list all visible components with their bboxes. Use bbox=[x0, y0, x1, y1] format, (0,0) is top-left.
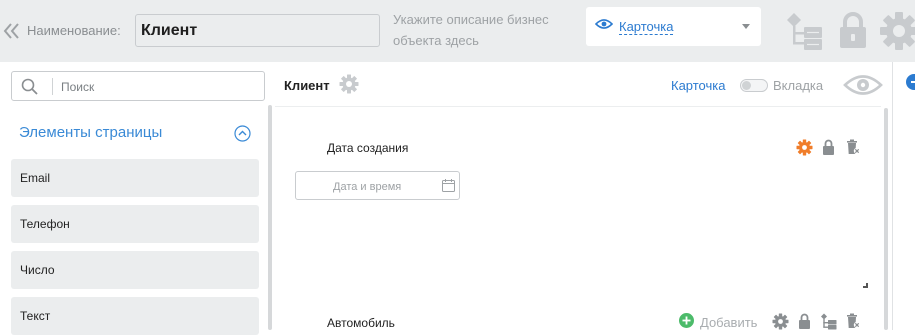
settings-gear-icon[interactable] bbox=[796, 139, 813, 156]
sidebar-scrollbar[interactable] bbox=[268, 105, 272, 330]
plus-circle-icon[interactable] bbox=[905, 74, 915, 90]
delete-icon[interactable] bbox=[845, 313, 861, 329]
main-header: Клиент Карточка Вкладка bbox=[274, 62, 893, 106]
element-item-phone[interactable]: Телефон bbox=[11, 205, 259, 243]
elements-sidebar: Элементы страницы Email Телефон Число Те… bbox=[0, 62, 274, 335]
mode-card-option[interactable]: Карточка bbox=[671, 78, 725, 93]
search-input[interactable] bbox=[61, 77, 256, 97]
hierarchy-icon[interactable] bbox=[786, 11, 824, 51]
gear-icon[interactable] bbox=[879, 11, 915, 51]
caret-down-icon bbox=[742, 24, 750, 29]
element-item-text[interactable]: Текст bbox=[11, 297, 259, 335]
element-item-email[interactable]: Email bbox=[11, 159, 259, 197]
chevron-up-circle-icon[interactable] bbox=[234, 125, 251, 142]
field-label-created-date: Дата создания bbox=[327, 141, 409, 155]
eye-icon[interactable] bbox=[843, 72, 883, 98]
section-title[interactable]: Элементы страницы bbox=[19, 124, 162, 141]
eye-icon bbox=[595, 19, 613, 29]
mode-tab-option[interactable]: Вкладка bbox=[773, 78, 823, 93]
lock-icon[interactable] bbox=[822, 139, 835, 155]
mode-toggle-knob bbox=[742, 81, 751, 90]
search-icon bbox=[21, 78, 38, 95]
element-item-number[interactable]: Число bbox=[11, 251, 259, 289]
resize-handle[interactable] bbox=[863, 283, 868, 288]
name-input[interactable] bbox=[135, 14, 380, 47]
hierarchy-icon[interactable] bbox=[820, 313, 837, 330]
delete-icon[interactable] bbox=[845, 139, 861, 155]
gear-icon[interactable] bbox=[339, 74, 359, 94]
lock-icon[interactable] bbox=[798, 313, 811, 329]
name-label: Наименование: bbox=[27, 23, 121, 38]
datetime-input[interactable]: Дата и время bbox=[295, 171, 460, 200]
calendar-icon[interactable] bbox=[442, 179, 455, 192]
collapse-panel-button[interactable] bbox=[2, 20, 20, 42]
lock-icon[interactable] bbox=[837, 11, 869, 49]
top-toolbar: Наименование: Укажите описание бизнес об… bbox=[0, 0, 915, 62]
field-label-car: Автомобиль bbox=[327, 316, 395, 330]
datetime-placeholder: Дата и время bbox=[333, 181, 402, 193]
add-button[interactable]: Добавить bbox=[679, 313, 757, 333]
view-mode-select[interactable]: Карточка bbox=[586, 7, 761, 46]
plus-circle-icon bbox=[679, 313, 694, 328]
view-mode-value: Карточка bbox=[619, 19, 674, 35]
gear-icon[interactable] bbox=[772, 313, 789, 330]
mode-toggle[interactable] bbox=[740, 79, 768, 92]
add-button-label: Добавить bbox=[700, 315, 758, 330]
canvas-scrollbar[interactable] bbox=[884, 108, 888, 330]
search-box[interactable] bbox=[11, 71, 265, 101]
double-chevron-left-icon bbox=[3, 23, 19, 39]
page-title: Клиент bbox=[284, 78, 330, 93]
right-panel-divider bbox=[892, 62, 893, 330]
search-divider bbox=[52, 78, 53, 95]
description-field[interactable]: Укажите описание бизнес объекта здесь bbox=[393, 9, 563, 51]
form-canvas: Дата создания Дата и время Автомобиль До… bbox=[275, 106, 881, 330]
